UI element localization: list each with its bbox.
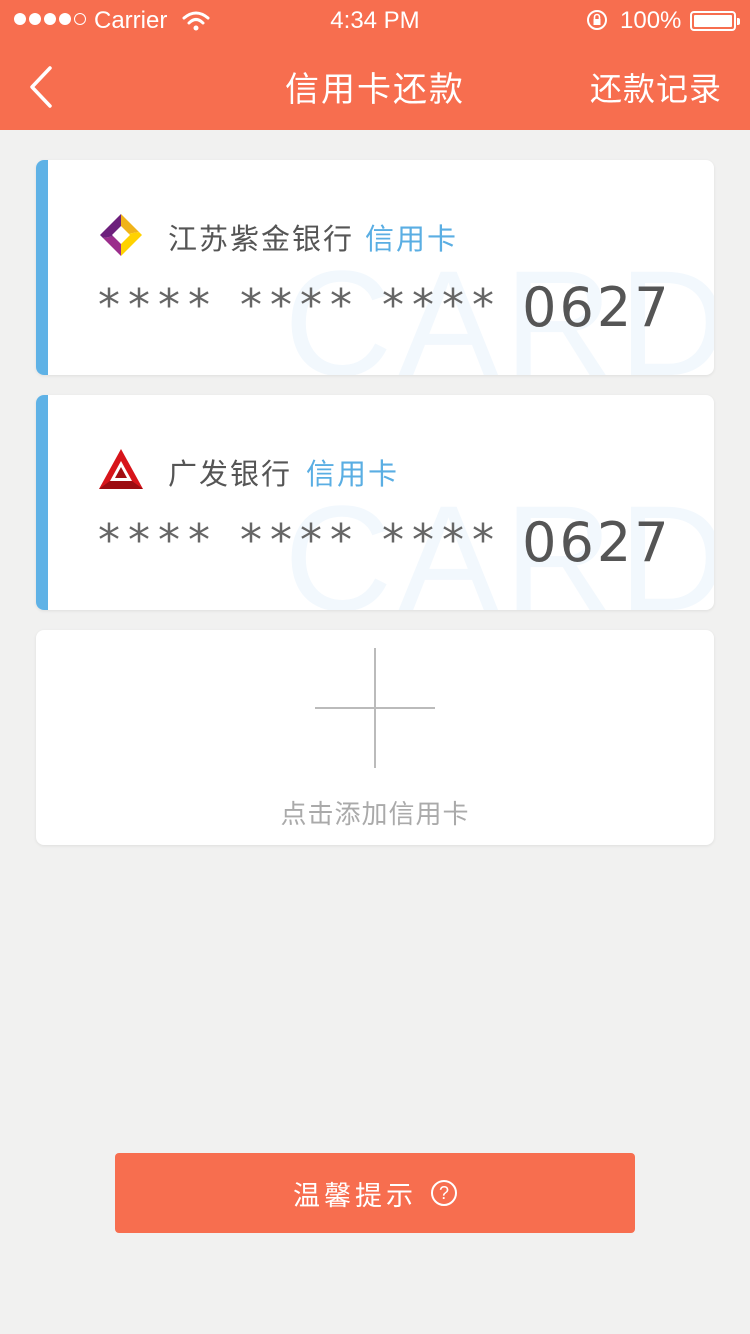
card-last4: 0627 — [522, 276, 672, 339]
question-circle-icon: ? — [431, 1180, 457, 1206]
card-number: **** **** **** 0627 — [98, 276, 672, 339]
credit-card-item[interactable]: CARD 广发银行 信用卡 **** **** **** 0627 — [36, 395, 714, 610]
cgb-bank-logo-icon — [99, 449, 143, 489]
card-number: **** **** **** 0627 — [98, 511, 672, 574]
masked-digits: **** **** **** — [98, 515, 502, 566]
card-accent-stripe — [36, 160, 48, 375]
masked-digits: **** **** **** — [98, 280, 502, 331]
status-bar: Carrier 4:34 PM 100% — [0, 0, 750, 40]
credit-card-item[interactable]: CARD 江苏紫金银行 信用卡 **** **** **** 0627 — [36, 160, 714, 375]
card-type-label: 信用卡 — [365, 222, 459, 256]
battery-icon — [690, 11, 740, 31]
battery-percentage: 100% — [620, 7, 682, 34]
rotation-lock-icon — [587, 10, 607, 30]
card-accent-stripe — [36, 395, 48, 610]
plus-icon — [315, 648, 435, 768]
repayment-history-button[interactable]: 还款记录 — [590, 64, 722, 110]
zijin-bank-logo-icon — [100, 214, 142, 256]
add-credit-card-button[interactable]: 点击添加信用卡 — [36, 630, 714, 845]
tips-button[interactable]: 温馨提示 ? — [115, 1153, 635, 1233]
card-last4: 0627 — [522, 511, 672, 574]
bank-name: 江苏紫金银行 — [168, 222, 355, 256]
tips-label: 温馨提示 — [293, 1180, 417, 1212]
card-type-label: 信用卡 — [306, 457, 400, 491]
chevron-left-icon[interactable] — [22, 62, 62, 112]
header-bar: Carrier 4:34 PM 100% 信用卡还款 还款记录 — [0, 0, 750, 130]
add-card-label: 点击添加信用卡 — [280, 800, 470, 830]
bank-name: 广发银行 — [168, 457, 293, 491]
